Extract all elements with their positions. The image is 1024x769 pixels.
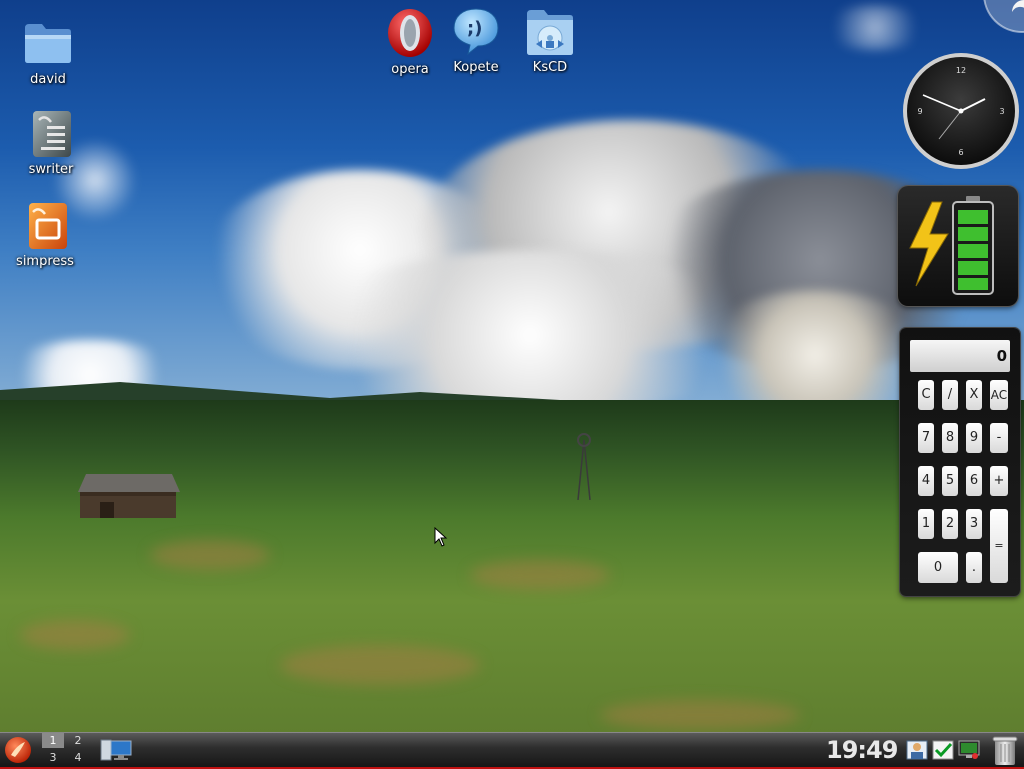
calc-key-all-clear[interactable]: AC	[990, 380, 1008, 410]
calculator-display: 0	[910, 340, 1010, 372]
calc-key-5[interactable]: 5	[942, 466, 958, 496]
impress-icon	[19, 200, 71, 252]
calc-key-equals[interactable]: =	[990, 509, 1008, 583]
dirt-patch	[470, 560, 610, 590]
calc-key-clear[interactable]: C	[918, 380, 934, 410]
barn	[78, 474, 180, 518]
desktop-icon-label: KsCD	[532, 60, 568, 75]
calc-key-plus[interactable]: +	[990, 466, 1008, 496]
writer-icon	[25, 108, 77, 160]
clock-numeral-6: 6	[958, 148, 963, 157]
desktop-icon-kscd[interactable]: KsCD	[510, 6, 590, 76]
desktop-icon-kopete[interactable]: ;) Kopete	[436, 6, 516, 76]
pager-desktop-2[interactable]: 2	[67, 733, 89, 748]
update-notifier-icon[interactable]	[932, 739, 954, 761]
desktop-icon-simpress[interactable]: simpress	[5, 200, 85, 270]
mouse-cursor-icon	[434, 527, 448, 547]
desktop-icon-swriter[interactable]: swriter	[11, 108, 91, 178]
battery-icon	[909, 196, 994, 295]
calc-key-9[interactable]: 9	[966, 423, 982, 453]
application-launcher-icon[interactable]	[3, 735, 33, 765]
calc-key-decimal[interactable]: .	[966, 552, 982, 583]
calc-key-4[interactable]: 4	[918, 466, 934, 496]
virtual-desktop-pager: 1 2 3 4	[42, 733, 90, 765]
calc-key-divide[interactable]: /	[942, 380, 958, 410]
pager-desktop-4[interactable]: 4	[67, 750, 89, 765]
desktop-icon-david[interactable]: david	[8, 18, 88, 88]
calc-key-8[interactable]: 8	[942, 423, 958, 453]
battery-widget	[898, 186, 1018, 306]
windmill	[577, 433, 591, 500]
trash-icon[interactable]	[992, 734, 1018, 766]
cloud	[820, 5, 930, 50]
dirt-patch	[280, 645, 480, 685]
desktop-wallpaper	[0, 0, 1024, 735]
calc-key-7[interactable]: 7	[918, 423, 934, 453]
desktop-icon-label: david	[30, 72, 66, 87]
calc-key-minus[interactable]: -	[990, 423, 1008, 453]
calculator-widget: 0 C / X AC 7 8 9 - 4 5 6 + 1 2 3 = 0 .	[900, 328, 1020, 596]
pager-desktop-1[interactable]: 1	[42, 733, 64, 748]
show-desktop-icon[interactable]	[99, 738, 133, 762]
clock-numeral-12: 12	[956, 66, 966, 75]
desktop-icon-label: swriter	[28, 162, 74, 177]
clock-numeral-9: 9	[917, 107, 922, 116]
folder-icon	[22, 18, 74, 70]
pager-desktop-3[interactable]: 3	[42, 750, 64, 765]
calc-key-multiply[interactable]: X	[966, 380, 982, 410]
calc-key-0[interactable]: 0	[918, 552, 958, 583]
user-switch-icon[interactable]	[906, 739, 928, 761]
calc-key-1[interactable]: 1	[918, 509, 934, 539]
dirt-patch	[20, 620, 130, 650]
desktop-toolbox-corner[interactable]	[974, 0, 1024, 42]
calc-key-2[interactable]: 2	[942, 509, 958, 539]
clock-numeral-3: 3	[999, 107, 1004, 116]
dirt-patch	[150, 540, 270, 570]
kscd-icon	[524, 6, 576, 58]
desktop-icon-label: simpress	[16, 254, 74, 269]
network-status-icon[interactable]	[958, 739, 980, 761]
svg-text:;): ;)	[467, 18, 482, 39]
kopete-icon: ;)	[450, 6, 502, 58]
dirt-patch	[600, 700, 800, 730]
desktop-icon-label: Kopete	[453, 60, 499, 75]
digital-clock[interactable]: 19:49	[826, 736, 902, 764]
taskbar-panel: 1 2 3 4 19:49	[0, 732, 1024, 769]
calc-key-6[interactable]: 6	[966, 466, 982, 496]
opera-icon	[384, 8, 436, 60]
calc-key-3[interactable]: 3	[966, 509, 982, 539]
analog-clock-widget: 12 3 6 9	[903, 53, 1019, 169]
